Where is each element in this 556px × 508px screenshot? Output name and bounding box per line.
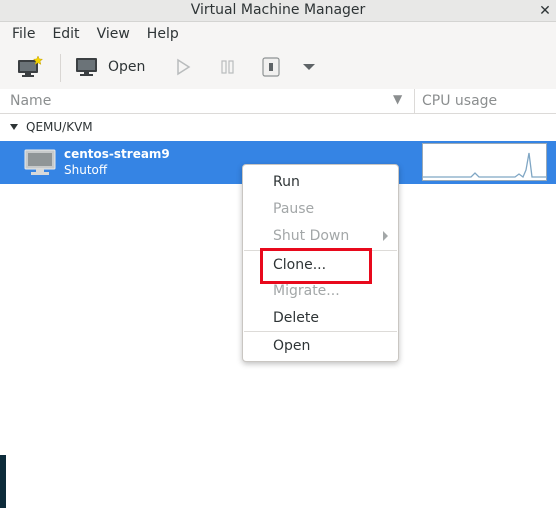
play-icon [177, 58, 191, 76]
menu-bar: File Edit View Help [0, 22, 556, 46]
new-vm-button[interactable] [16, 54, 44, 80]
menu-edit[interactable]: Edit [46, 26, 86, 42]
shutdown-dropdown-button[interactable] [302, 54, 316, 80]
new-vm-icon [18, 55, 44, 77]
vmm-window: Virtual Machine Manager ✕ File Edit View… [0, 0, 556, 508]
menu-item-delete[interactable]: Delete [273, 310, 319, 326]
menu-item-migrate[interactable]: Migrate... [273, 283, 340, 299]
pause-icon [221, 60, 234, 74]
toolbar: Open [0, 46, 556, 90]
window-title: Virtual Machine Manager [190, 2, 366, 18]
menu-item-shut-down[interactable]: Shut Down [273, 228, 349, 244]
open-button-label: Open [108, 59, 146, 75]
run-button[interactable] [174, 54, 192, 80]
toolbar-separator [60, 54, 61, 82]
menu-item-run[interactable]: Run [273, 174, 300, 190]
desktop-background-strip [0, 455, 6, 508]
vm-name: centos-stream9 [64, 147, 170, 161]
clone-highlight-box [260, 248, 372, 284]
submenu-arrow-icon [383, 231, 388, 241]
cpu-sparkline [423, 152, 546, 179]
list-header: Name ▼ CPU usage [0, 89, 556, 114]
menu-item-open[interactable]: Open [273, 338, 310, 354]
menu-separator [244, 331, 397, 332]
title-bar: Virtual Machine Manager ✕ [0, 0, 556, 22]
column-cpu-header[interactable]: CPU usage [422, 93, 497, 109]
connection-group-row[interactable]: QEMU/KVM [0, 117, 556, 139]
open-button[interactable]: Open [74, 54, 145, 80]
menu-file[interactable]: File [6, 26, 42, 42]
menu-help[interactable]: Help [141, 26, 186, 42]
column-divider [414, 89, 415, 113]
close-button[interactable]: ✕ [534, 0, 556, 21]
pause-button[interactable] [219, 54, 237, 80]
menu-view[interactable]: View [91, 26, 137, 42]
menu-item-pause[interactable]: Pause [273, 201, 314, 217]
vm-monitor-icon [24, 149, 56, 175]
close-icon: ✕ [539, 2, 551, 19]
monitor-icon [76, 58, 97, 76]
shutdown-button[interactable] [261, 54, 281, 80]
dropdown-arrow-icon [303, 64, 315, 70]
power-icon [262, 57, 280, 77]
column-name-header[interactable]: Name [10, 93, 51, 109]
connection-label: QEMU/KVM [26, 120, 93, 134]
cpu-usage-graph [422, 143, 547, 181]
sort-arrow-icon[interactable]: ▼ [393, 92, 402, 106]
vm-status: Shutoff [64, 163, 108, 177]
expander-arrow-icon[interactable] [10, 124, 18, 130]
